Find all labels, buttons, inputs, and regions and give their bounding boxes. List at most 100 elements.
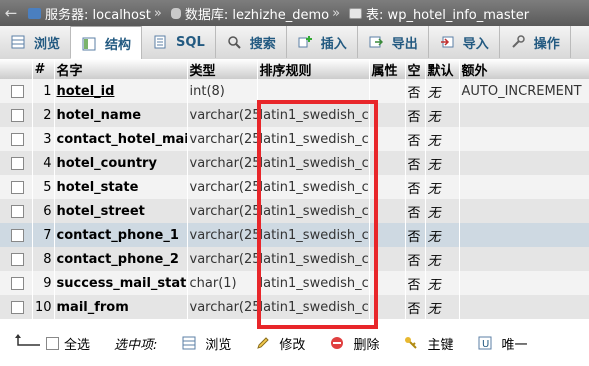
breadcrumb-table[interactable]: 表: wp_hotel_info_master bbox=[366, 4, 529, 23]
search-icon bbox=[226, 34, 242, 50]
column-extra bbox=[459, 223, 589, 247]
tab-label: 导入 bbox=[462, 36, 489, 52]
column-type: varchar(255) bbox=[187, 103, 258, 127]
tab-operations[interactable]: 操作 bbox=[500, 26, 571, 58]
bulk-drop-button[interactable]: 删除 bbox=[329, 334, 379, 353]
column-null: 否 bbox=[405, 271, 426, 295]
column-name: hotel_street bbox=[54, 199, 188, 223]
table-row[interactable]: 1 hotel_id int(8) 否无 AUTO_INCREMENT bbox=[0, 79, 589, 103]
table-row[interactable]: 8contact_phone_2varchar(250)latin1_swedi… bbox=[0, 247, 589, 271]
table-row[interactable]: 10mail_fromvarchar(255)latin1_swedish_ci… bbox=[0, 295, 589, 319]
row-checkbox[interactable] bbox=[0, 199, 33, 223]
table-row[interactable]: 4hotel_countryvarchar(255)latin1_swedish… bbox=[0, 151, 589, 175]
row-checkbox[interactable] bbox=[0, 127, 33, 151]
tab-import[interactable]: 导入 bbox=[429, 26, 500, 58]
column-header-type[interactable]: 类型 bbox=[187, 59, 258, 79]
row-checkbox[interactable] bbox=[11, 84, 24, 98]
column-header-default[interactable]: 默认 bbox=[425, 59, 460, 79]
column-type: int(8) bbox=[187, 79, 258, 103]
bulk-edit-label: 修改 bbox=[279, 337, 306, 353]
server-icon bbox=[28, 7, 41, 19]
column-header-name[interactable]: 名字 bbox=[54, 59, 188, 79]
row-checkbox[interactable] bbox=[0, 151, 33, 175]
column-default: 无 bbox=[425, 295, 460, 319]
column-name: hotel_state bbox=[54, 175, 188, 199]
column-type: varchar(255) bbox=[187, 199, 258, 223]
row-checkbox[interactable] bbox=[0, 247, 33, 271]
row-checkbox[interactable] bbox=[11, 180, 24, 194]
table-row[interactable]: 5hotel_statevarchar(255)latin1_swedish_c… bbox=[0, 175, 589, 199]
column-collation: latin1_swedish_ci bbox=[257, 103, 370, 127]
row-checkbox[interactable] bbox=[0, 271, 33, 295]
sql-icon bbox=[152, 34, 168, 50]
table-row[interactable]: 3contact_hotel_mailvarchar(255)latin1_sw… bbox=[0, 127, 589, 151]
column-default: 无 bbox=[425, 127, 460, 151]
breadcrumb-separator: » bbox=[153, 5, 162, 21]
structure-icon bbox=[81, 36, 97, 52]
tab-browse[interactable]: 浏览 bbox=[0, 26, 72, 58]
bulk-unique-button[interactable]: U 唯一 bbox=[477, 334, 527, 353]
breadcrumb-database[interactable]: 数据库: lezhizhe_demo bbox=[185, 4, 329, 23]
column-default: 无 bbox=[425, 199, 460, 223]
column-null: 否 bbox=[405, 199, 426, 223]
row-checkbox[interactable] bbox=[0, 103, 33, 127]
bulk-browse-label: 浏览 bbox=[205, 337, 232, 353]
column-null: 否 bbox=[405, 247, 426, 271]
row-number: 10 bbox=[32, 295, 55, 319]
row-checkbox[interactable] bbox=[0, 295, 33, 319]
row-checkbox[interactable] bbox=[0, 175, 33, 199]
tab-sql[interactable]: SQL bbox=[142, 26, 216, 58]
table-row[interactable]: 9success_mail_statuschar(1)latin1_swedis… bbox=[0, 271, 589, 295]
row-checkbox[interactable] bbox=[11, 108, 24, 122]
column-null: 否 bbox=[405, 151, 426, 175]
column-null: 否 bbox=[405, 79, 426, 103]
row-checkbox[interactable] bbox=[0, 79, 33, 103]
pencil-icon bbox=[255, 335, 271, 351]
row-checkbox[interactable] bbox=[11, 252, 24, 266]
tab-structure[interactable]: 结构 bbox=[71, 26, 143, 59]
column-header-attributes[interactable]: 属性 bbox=[369, 59, 406, 79]
svg-text:U: U bbox=[482, 339, 489, 350]
bulk-browse-button[interactable]: 浏览 bbox=[181, 334, 231, 353]
back-arrow-icon[interactable]: ← bbox=[0, 4, 22, 22]
column-extra bbox=[459, 247, 589, 271]
column-header-num[interactable]: # bbox=[32, 59, 55, 79]
table-row[interactable]: 7contact_phone_1varchar(250)latin1_swedi… bbox=[0, 223, 589, 247]
table-row[interactable]: 2hotel_namevarchar(255)latin1_swedish_ci… bbox=[0, 103, 589, 127]
column-extra bbox=[459, 295, 589, 319]
table-row[interactable]: 6hotel_streetvarchar(255)latin1_swedish_… bbox=[0, 199, 589, 223]
tab-export[interactable]: 导出 bbox=[358, 26, 429, 58]
row-checkbox[interactable] bbox=[11, 156, 24, 170]
tab-insert[interactable]: 插入 bbox=[287, 26, 358, 58]
column-header-null[interactable]: 空 bbox=[405, 59, 426, 79]
column-header-extra[interactable]: 额外 bbox=[459, 59, 589, 79]
column-header-collation[interactable]: 排序规则 bbox=[257, 59, 370, 79]
structure-table: # 名字 类型 排序规则 属性 空 默认 额外 1 hotel_id int(8) 否… bbox=[0, 59, 589, 319]
column-null: 否 bbox=[405, 295, 426, 319]
row-number: 8 bbox=[32, 247, 55, 271]
breadcrumb-server[interactable]: 服务器: localhost bbox=[45, 4, 151, 23]
row-checkbox[interactable] bbox=[11, 276, 24, 290]
tab-search[interactable]: 搜索 bbox=[216, 26, 287, 58]
column-collation: latin1_swedish_ci bbox=[257, 151, 370, 175]
row-checkbox[interactable] bbox=[11, 132, 24, 146]
bulk-primary-button[interactable]: 主键 bbox=[403, 334, 453, 353]
column-type: varchar(255) bbox=[187, 151, 258, 175]
column-type: varchar(255) bbox=[187, 295, 258, 319]
row-checkbox[interactable] bbox=[11, 228, 24, 242]
row-checkbox[interactable] bbox=[11, 204, 24, 218]
row-checkbox[interactable] bbox=[11, 300, 24, 314]
column-default: 无 bbox=[425, 79, 460, 103]
select-all[interactable]: 全选 bbox=[46, 334, 90, 353]
tab-bar: 浏览 结构 SQL 搜索 插入 导出 导入 操作 bbox=[0, 26, 589, 60]
tab-label: 搜索 bbox=[249, 36, 276, 52]
column-attributes bbox=[369, 127, 406, 151]
column-default: 无 bbox=[425, 223, 460, 247]
select-all-checkbox[interactable] bbox=[46, 336, 59, 350]
export-icon bbox=[368, 34, 384, 50]
row-checkbox[interactable] bbox=[0, 223, 33, 247]
bulk-edit-button[interactable]: 修改 bbox=[255, 334, 305, 353]
column-name: hotel_id bbox=[54, 79, 188, 103]
column-attributes bbox=[369, 295, 406, 319]
column-collation: latin1_swedish_ci bbox=[257, 199, 370, 223]
